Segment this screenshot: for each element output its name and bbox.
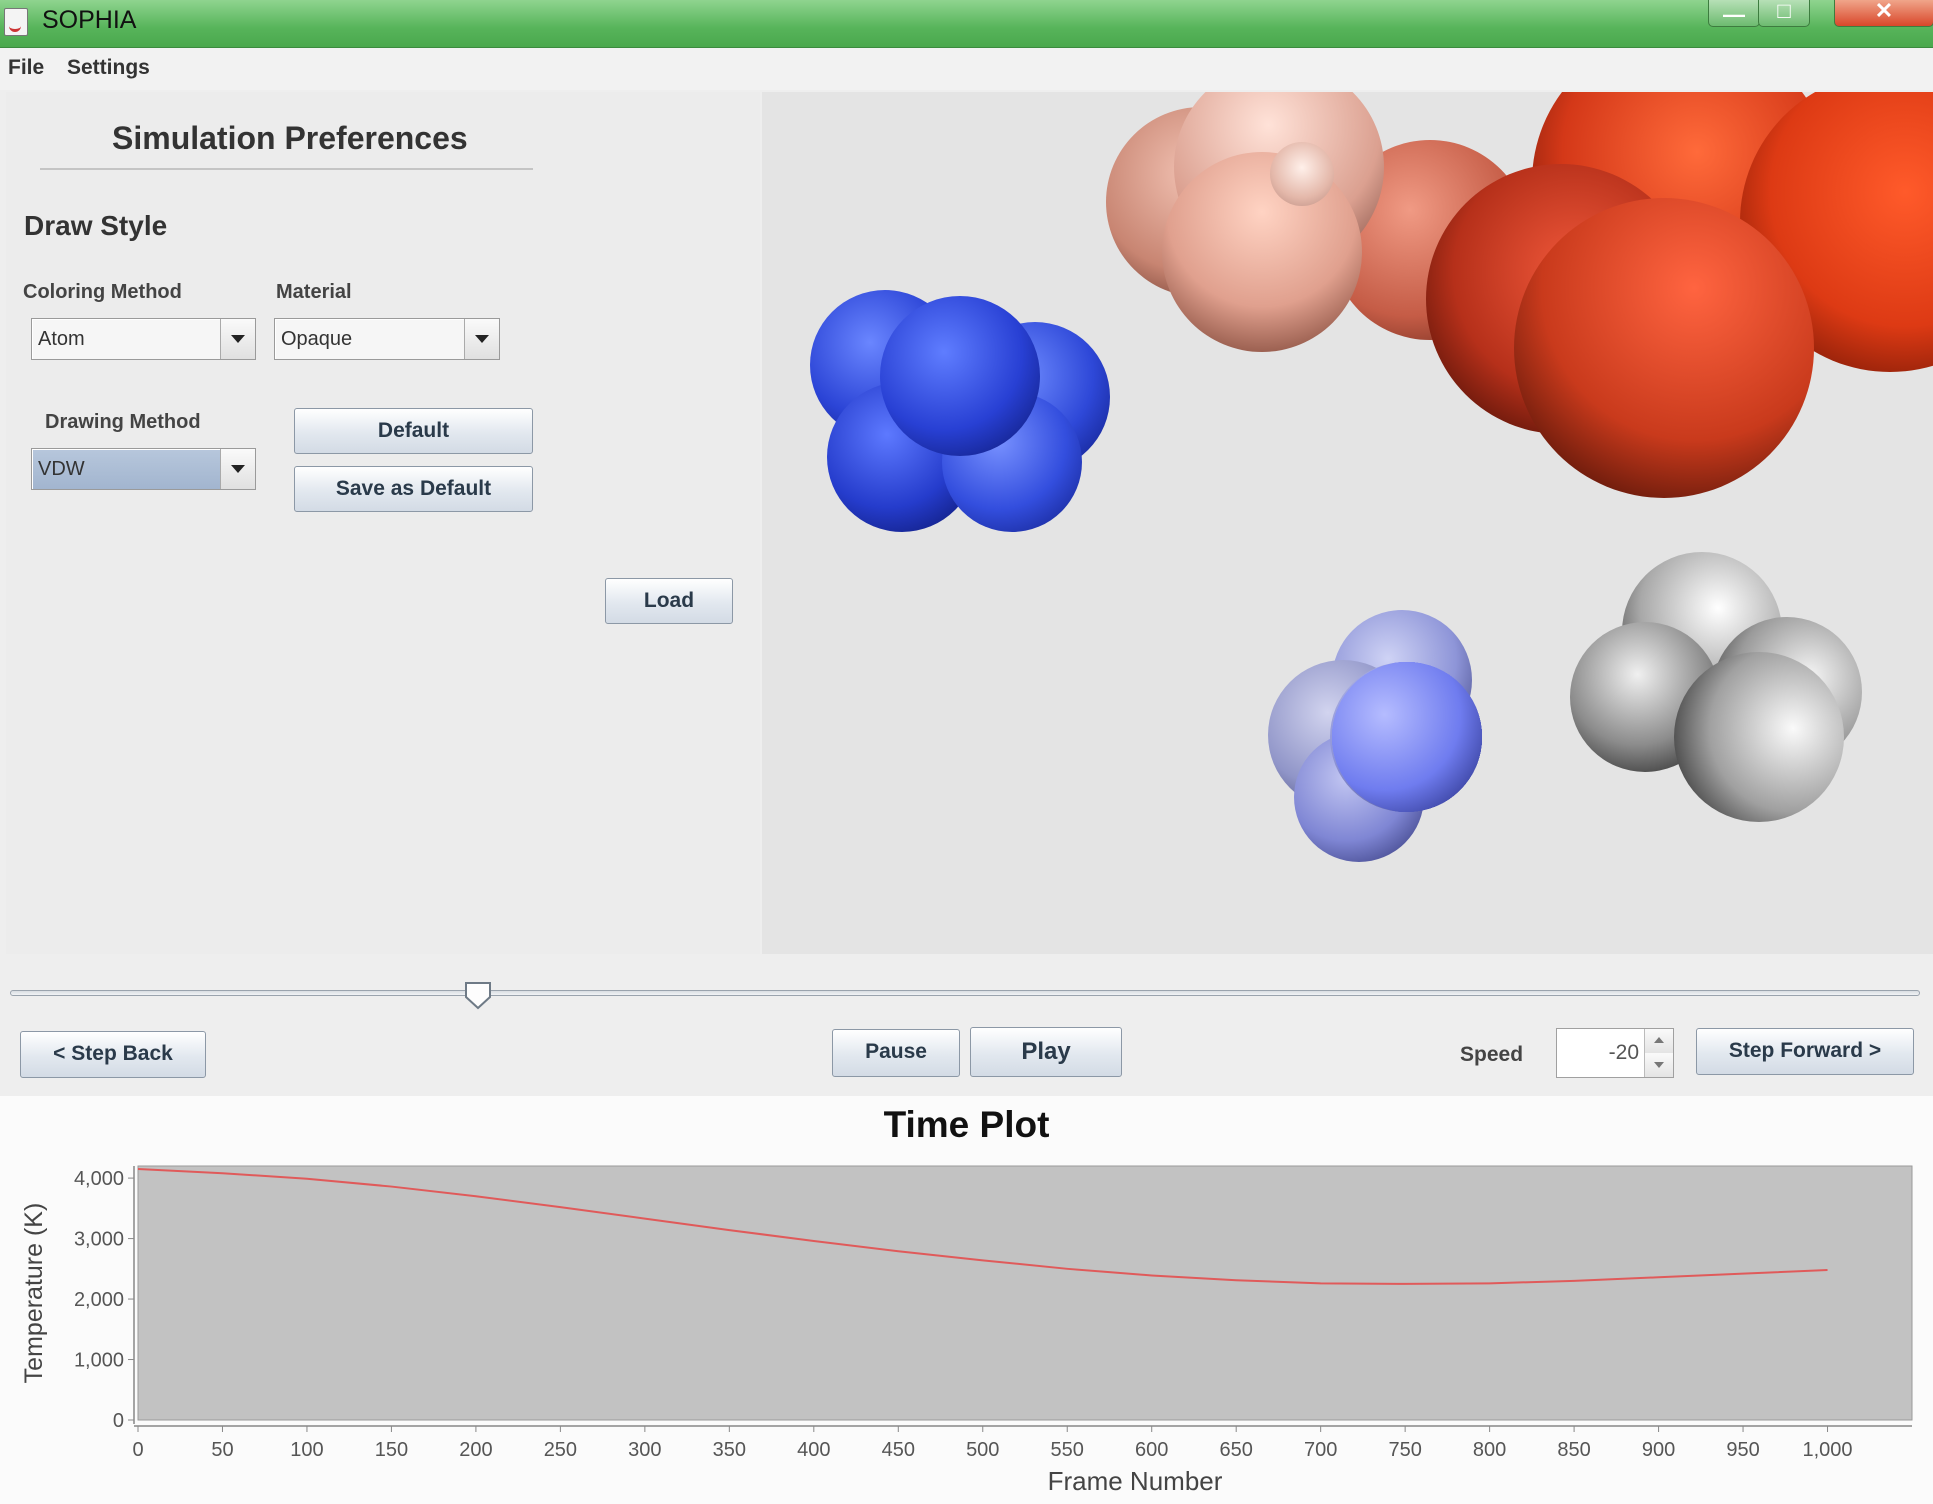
drawing-method-select[interactable]: VDW <box>31 448 256 490</box>
minimize-button[interactable]: — <box>1708 0 1760 27</box>
draw-style-heading: Draw Style <box>24 210 168 241</box>
x-tick-label: 100 <box>290 1439 323 1461</box>
x-tick-label: 300 <box>628 1439 661 1461</box>
x-tick-label: 750 <box>1388 1439 1421 1461</box>
speed-label: Speed <box>1460 1043 1524 1066</box>
x-tick-label: 250 <box>544 1439 577 1461</box>
x-tick-label: 550 <box>1051 1439 1084 1461</box>
maximize-icon: □ <box>1777 0 1791 23</box>
y-axis-label: Temperature (K) <box>20 1203 48 1384</box>
window-title: SOPHIA <box>42 6 137 34</box>
spinner-up-icon[interactable] <box>1644 1029 1673 1054</box>
save-as-default-button[interactable]: Save as Default <box>294 466 533 512</box>
x-tick-label: 900 <box>1642 1439 1675 1461</box>
x-tick-label: 800 <box>1473 1439 1506 1461</box>
x-tick-label: 150 <box>375 1439 408 1461</box>
coloring-method-select[interactable]: Atom <box>31 318 256 360</box>
close-button[interactable]: ✕ <box>1834 0 1933 27</box>
plot-area <box>137 1165 1913 1421</box>
material-select[interactable]: Opaque <box>274 318 500 360</box>
x-tick-label: 700 <box>1304 1439 1337 1461</box>
y-tick-label: 0 <box>113 1410 124 1432</box>
y-tick-label: 2,000 <box>74 1289 124 1311</box>
maximize-button[interactable]: □ <box>1758 0 1810 27</box>
frame-slider-track[interactable] <box>10 990 1920 996</box>
menu-settings[interactable]: Settings <box>67 56 150 80</box>
x-tick-label: 450 <box>882 1439 915 1461</box>
preferences-heading: Simulation Preferences <box>112 120 468 156</box>
molecule-3d-view[interactable] <box>762 92 1933 954</box>
lavender-atom <box>1332 662 1482 812</box>
java-app-icon <box>4 8 28 36</box>
material-value: Opaque <box>281 328 353 350</box>
default-button[interactable]: Default <box>294 408 533 454</box>
pause-button[interactable]: Pause <box>832 1029 960 1077</box>
x-tick-label: 200 <box>459 1439 492 1461</box>
speed-value: -20 <box>1608 1041 1639 1064</box>
x-tick-label: 0 <box>132 1439 143 1461</box>
y-tick-label: 4,000 <box>74 1168 124 1190</box>
step-forward-button[interactable]: Step Forward > <box>1696 1028 1914 1075</box>
y-tick-label: 3,000 <box>74 1229 124 1251</box>
chevron-down-icon[interactable] <box>220 319 255 359</box>
material-label: Material <box>276 281 352 303</box>
drawing-method-label: Drawing Method <box>45 411 201 433</box>
blue-atom <box>880 296 1040 456</box>
x-tick-label: 500 <box>966 1439 999 1461</box>
y-tick-label: 1,000 <box>74 1350 124 1372</box>
frame-slider-thumb[interactable] <box>463 980 493 1010</box>
drawing-method-value: VDW <box>38 458 85 480</box>
x-tick-label: 650 <box>1220 1439 1253 1461</box>
plot-title: Time Plot <box>883 1104 1050 1145</box>
x-tick-label: 50 <box>211 1439 233 1461</box>
x-tick-label: 950 <box>1726 1439 1759 1461</box>
close-icon: ✕ <box>1874 0 1894 23</box>
minimize-icon: — <box>1723 2 1745 27</box>
x-tick-label: 600 <box>1135 1439 1168 1461</box>
coloring-method-label: Coloring Method <box>23 281 182 303</box>
chevron-down-icon[interactable] <box>220 449 255 489</box>
red-atom <box>1514 198 1814 498</box>
speed-spinner[interactable]: -20 <box>1556 1028 1674 1078</box>
coloring-method-value: Atom <box>38 328 85 350</box>
load-button[interactable]: Load <box>605 578 733 624</box>
pink-atom <box>1270 142 1334 206</box>
chevron-down-icon[interactable] <box>464 319 499 359</box>
x-tick-label: 350 <box>713 1439 746 1461</box>
heading-divider <box>40 168 533 170</box>
gray-atom <box>1674 652 1844 822</box>
x-tick-label: 850 <box>1557 1439 1590 1461</box>
menu-file[interactable]: File <box>8 56 44 80</box>
spinner-down-icon[interactable] <box>1644 1053 1673 1077</box>
menu-bar: File Settings <box>0 48 1933 90</box>
x-axis-label: Frame Number <box>1048 1466 1223 1496</box>
play-button[interactable]: Play <box>970 1027 1122 1077</box>
x-tick-label: 1,000 <box>1802 1439 1852 1461</box>
title-bar: SOPHIA — □ ✕ <box>0 0 1933 48</box>
x-tick-label: 400 <box>797 1439 830 1461</box>
temperature-chart: 0 1,000 2,000 3,000 4,000 0 50 100 150 200 250 300 3… <box>20 1165 1913 1496</box>
step-back-button[interactable]: < Step Back <box>20 1031 206 1078</box>
